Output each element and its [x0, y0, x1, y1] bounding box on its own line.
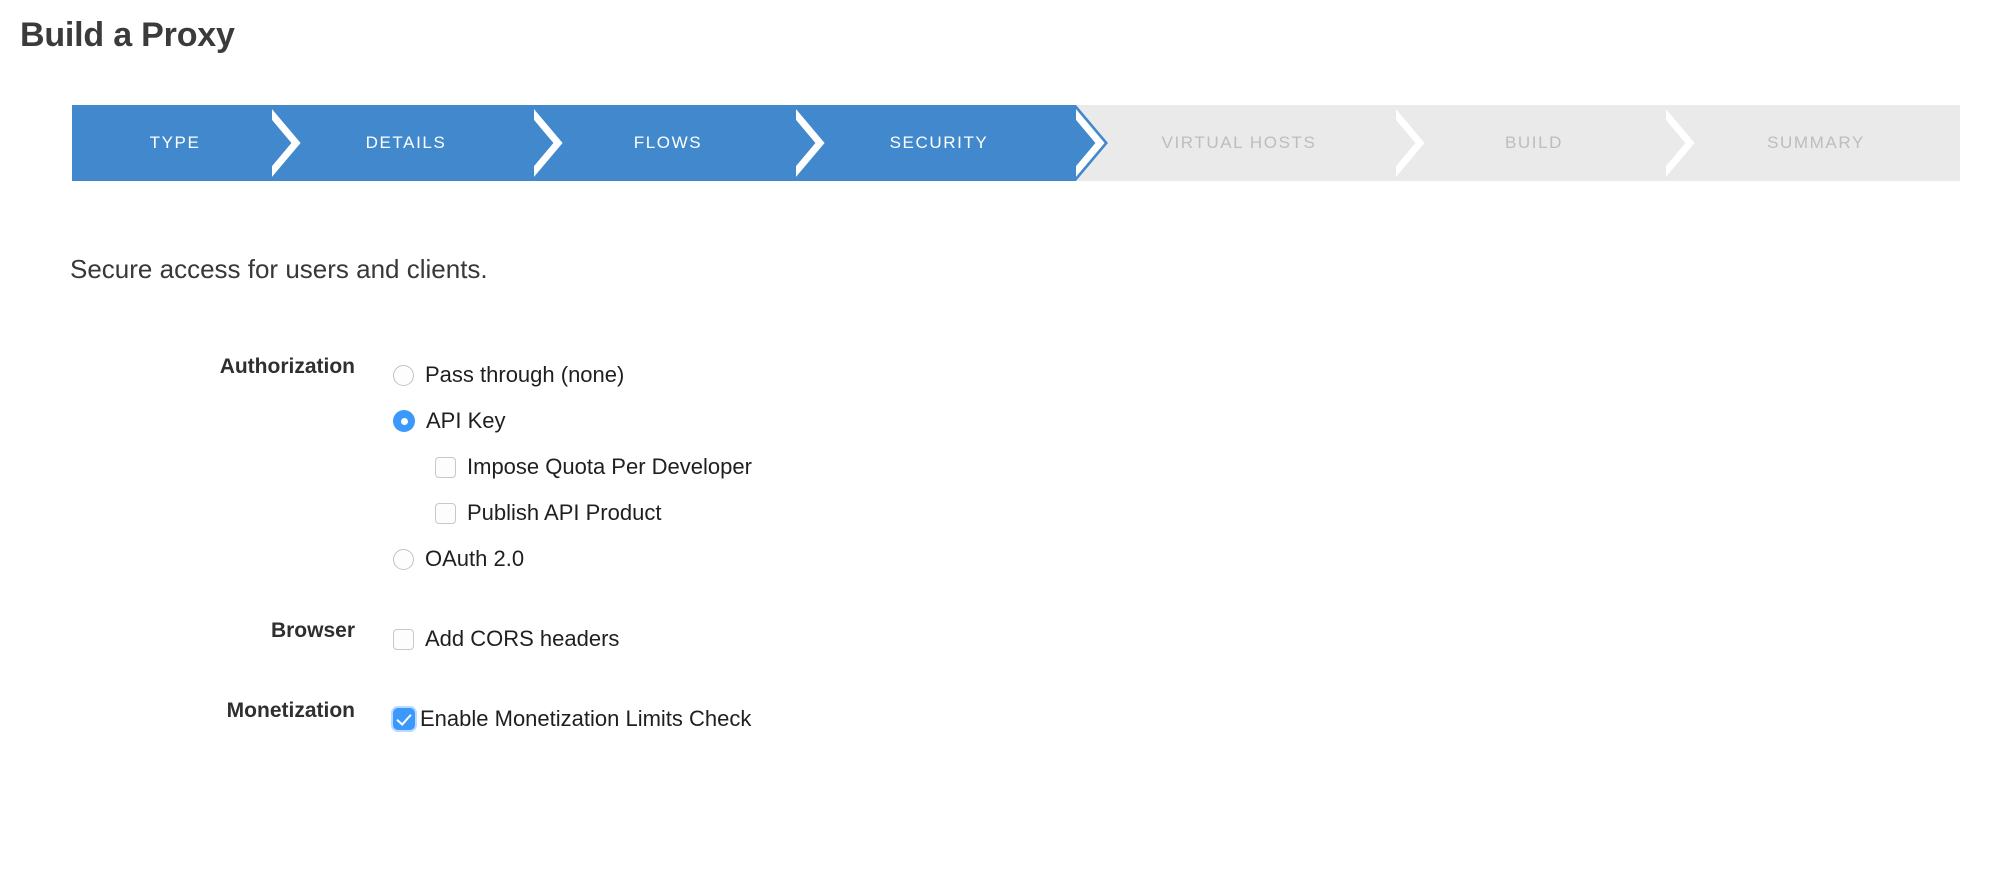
wizard-step-label: DETAILS [360, 133, 447, 153]
radio-option-oauth-2-0[interactable]: OAuth 2.0 [393, 536, 2016, 582]
page-title: Build a Proxy [20, 13, 235, 57]
form-row-authorization: Authorization Pass through (none) API Key I… [0, 352, 2016, 582]
radio-option-pass-through-none[interactable]: Pass through (none) [393, 352, 2016, 398]
form-row-monetization: Monetization Enable Monetization Limits C… [0, 696, 2016, 742]
option-label: API Key [426, 408, 505, 434]
wizard-step-label: VIRTUAL HOSTS [1156, 133, 1317, 153]
checkbox-option-publish-api-product[interactable]: Publish API Product [393, 490, 2016, 536]
wizard-step-virtual-hosts[interactable]: VIRTUAL HOSTS [1076, 105, 1396, 181]
wizard-step-label: SECURITY [884, 133, 989, 153]
radio-button-unchecked[interactable] [393, 365, 414, 386]
wizard-step-details[interactable]: DETAILS [272, 105, 534, 181]
radio-button-unchecked[interactable] [393, 549, 414, 570]
wizard-step-label: SUMMARY [1761, 133, 1865, 153]
wizard-step-label: BUILD [1499, 133, 1563, 153]
checkbox-option-impose-quota-per-developer[interactable]: Impose Quota Per Developer [393, 444, 2016, 490]
option-label: Impose Quota Per Developer [467, 454, 752, 480]
option-label: Pass through (none) [425, 362, 624, 388]
wizard-step-build[interactable]: BUILD [1396, 105, 1666, 181]
checkbox-option-add-cors-headers[interactable]: Add CORS headers [393, 616, 2016, 662]
build-a-proxy-page: Build a Proxy TYPE DETAILS FLOWS SECURITY VI… [0, 0, 2016, 886]
checkbox-box-checked[interactable] [393, 708, 415, 730]
form-row-controls: Pass through (none) API Key Impose Quota P… [355, 352, 2016, 582]
option-label: Add CORS headers [425, 626, 619, 652]
wizard-step-summary[interactable]: SUMMARY [1666, 105, 1960, 181]
radio-option-api-key[interactable]: API Key [393, 398, 2016, 444]
wizard-step-label: FLOWS [628, 133, 702, 153]
security-form: Authorization Pass through (none) API Key I… [0, 352, 2016, 742]
radio-button-checked[interactable] [393, 410, 415, 432]
wizard-step-bar: TYPE DETAILS FLOWS SECURITY VIRTUAL HOSTS BUI… [72, 105, 1960, 181]
wizard-step-security[interactable]: SECURITY [796, 105, 1076, 181]
wizard-step-type[interactable]: TYPE [72, 105, 272, 181]
section-description: Secure access for users and clients. [70, 252, 488, 286]
form-row-label: Browser [0, 616, 355, 643]
form-row-controls: Add CORS headers [355, 616, 2016, 662]
row-spacer [0, 662, 2016, 696]
form-row-label: Monetization [0, 696, 355, 723]
form-row-label: Authorization [0, 352, 355, 379]
option-label: Publish API Product [467, 500, 661, 526]
form-row-controls: Enable Monetization Limits Check [355, 696, 2016, 742]
checkbox-box-unchecked[interactable] [393, 629, 414, 650]
option-label: OAuth 2.0 [425, 546, 524, 572]
checkbox-option-enable-monetization-limits-check[interactable]: Enable Monetization Limits Check [393, 696, 2016, 742]
option-label: Enable Monetization Limits Check [420, 706, 751, 732]
wizard-step-label: TYPE [144, 133, 201, 153]
row-spacer [0, 582, 2016, 616]
checkbox-box-unchecked[interactable] [435, 457, 456, 478]
wizard-step-flows[interactable]: FLOWS [534, 105, 796, 181]
checkbox-box-unchecked[interactable] [435, 503, 456, 524]
form-row-browser: Browser Add CORS headers [0, 616, 2016, 662]
